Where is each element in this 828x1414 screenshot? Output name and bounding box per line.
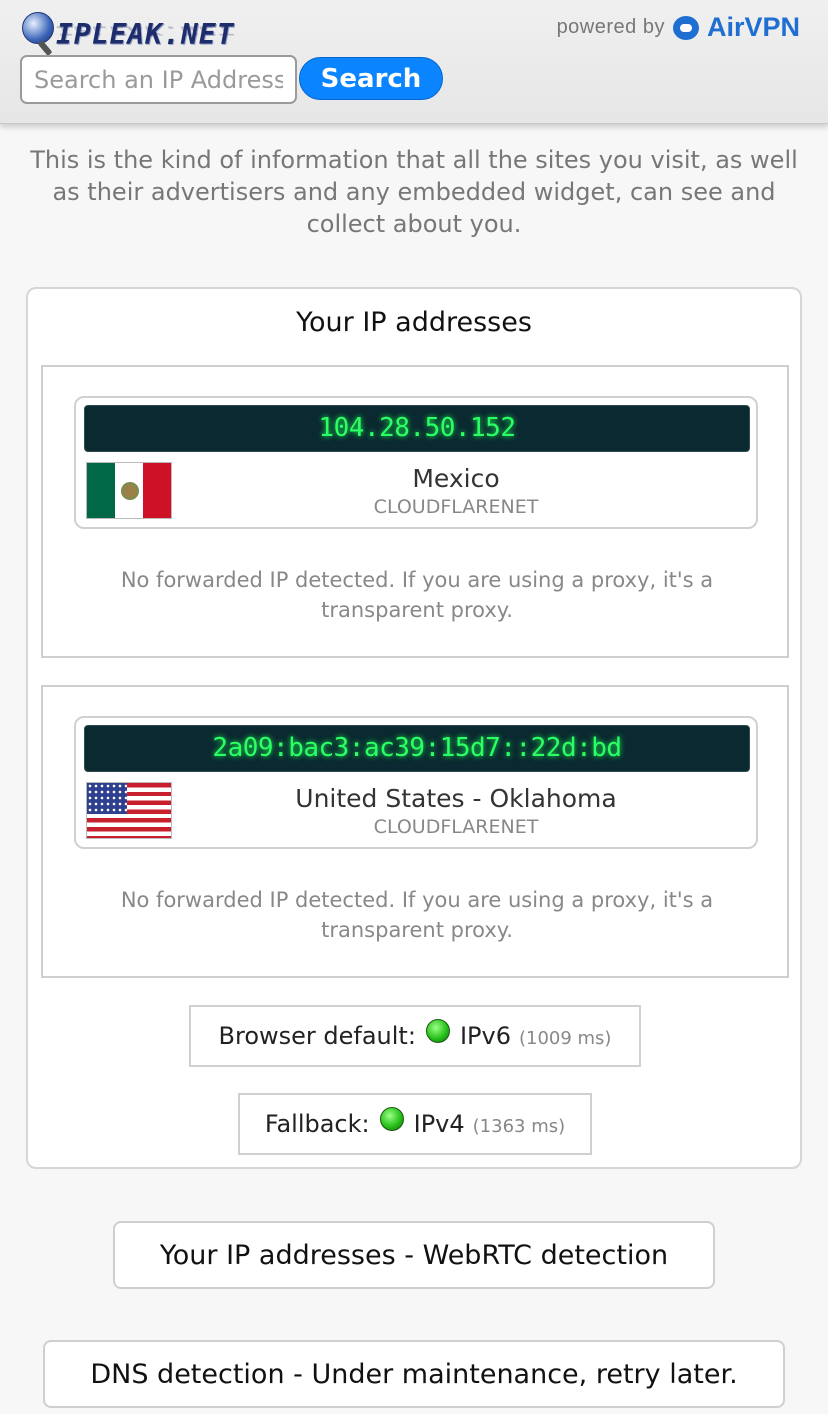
ip-card: 2a09:bac3:ac39:15d7::22d:bd United State… — [74, 716, 758, 849]
magnifier-globe-icon — [22, 12, 54, 44]
fallback-label: Fallback: — [264, 1110, 370, 1138]
isp-name: CLOUDFLARENET — [373, 816, 539, 838]
ip-addresses-panel: Your IP addresses 104.28.50.152 Mexico C… — [26, 287, 802, 1169]
browser-default-status: Browser default: IPv6 (1009 ms) — [189, 1005, 641, 1067]
proxy-note: No forwarded IP detected. If you are usi… — [120, 888, 714, 942]
usa-flag-icon — [86, 782, 172, 839]
dns-detection-button[interactable]: DNS detection - Under maintenance, retry… — [43, 1340, 785, 1408]
fallback-time: (1363 ms) — [472, 1115, 566, 1137]
magnifier-handle-icon — [37, 39, 53, 57]
browser-default-protocol: IPv6 — [459, 1022, 511, 1050]
ip-entry-box: 2a09:bac3:ac39:15d7::22d:bd United State… — [41, 685, 789, 978]
site-logo[interactable]: IPLEAK.NET IPLEAK.NET — [20, 10, 240, 57]
mexico-flag-icon — [86, 462, 172, 519]
fallback-status: Fallback: IPv4 (1363 ms) — [238, 1093, 592, 1155]
intro-text: This is the kind of information that all… — [30, 146, 798, 238]
logo-reflection: IPLEAK.NET — [56, 23, 235, 38]
ip-card: 104.28.50.152 Mexico CLOUDFLARENET — [74, 396, 758, 529]
mexico-emblem — [121, 482, 139, 500]
usa-canton — [87, 783, 127, 814]
browser-default-time: (1009 ms) — [518, 1027, 612, 1049]
ip-address-display: 2a09:bac3:ac39:15d7::22d:bd — [84, 725, 750, 772]
status-ok-icon — [379, 1107, 404, 1131]
country-name: Mexico — [412, 464, 500, 493]
status-ok-icon — [425, 1019, 450, 1043]
webrtc-detection-button[interactable]: Your IP addresses - WebRTC detection — [113, 1221, 715, 1289]
airvpn-brand: AirVPN — [706, 12, 800, 42]
isp-name: CLOUDFLARENET — [373, 496, 539, 518]
powered-by-airvpn[interactable]: powered by AirVPN — [557, 12, 800, 43]
fallback-protocol: IPv4 — [413, 1110, 465, 1138]
proxy-note: No forwarded IP detected. If you are usi… — [120, 568, 714, 622]
country-name: United States - Oklahoma — [295, 784, 617, 813]
ip-entry-box: 104.28.50.152 Mexico CLOUDFLARENET No fo… — [41, 365, 789, 658]
site-header: IPLEAK.NET IPLEAK.NET powered by AirVPN … — [0, 0, 828, 124]
browser-default-label: Browser default: — [218, 1022, 416, 1050]
ip-search-input[interactable] — [20, 55, 297, 104]
search-button[interactable]: Search — [299, 57, 443, 100]
panel-title: Your IP addresses — [296, 307, 532, 338]
ip-address-display: 104.28.50.152 — [84, 405, 750, 452]
powered-by-label: powered by — [556, 16, 665, 38]
airvpn-cloud-icon — [672, 15, 699, 40]
